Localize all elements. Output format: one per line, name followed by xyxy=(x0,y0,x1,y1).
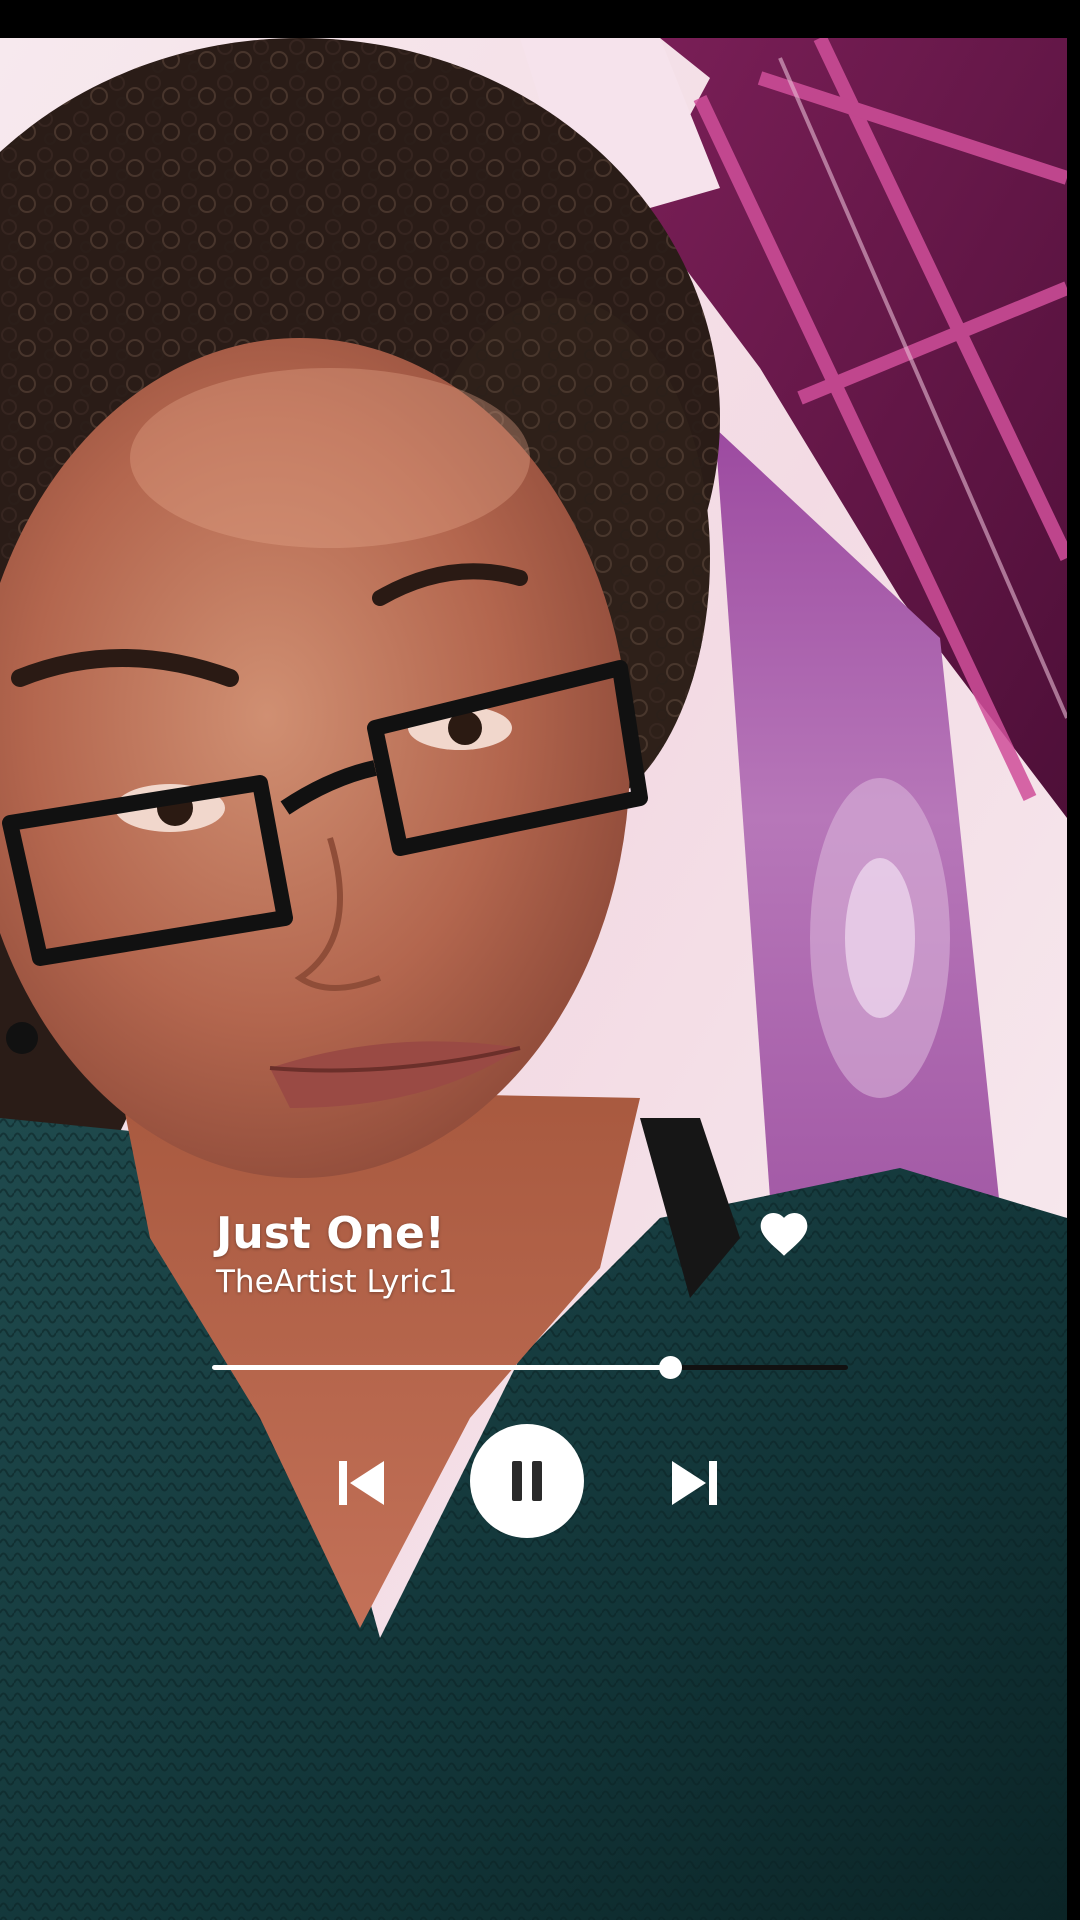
previous-button[interactable] xyxy=(334,1455,390,1511)
progress-thumb[interactable] xyxy=(658,1356,682,1379)
music-player-screen: Just One! TheArtist Lyric1 xyxy=(0,0,1080,1920)
skip-next-icon xyxy=(672,1461,717,1505)
pause-icon xyxy=(512,1461,522,1501)
progress-bar[interactable] xyxy=(212,1356,848,1379)
track-title: Just One! xyxy=(216,1208,445,1259)
player-overlay: Just One! TheArtist Lyric1 xyxy=(0,0,1080,1920)
track-artist: TheArtist Lyric1 xyxy=(216,1264,458,1300)
skip-previous-icon xyxy=(339,1461,384,1505)
next-button[interactable] xyxy=(666,1455,722,1511)
heart-icon xyxy=(760,1213,808,1256)
status-bar-strip xyxy=(0,0,1080,38)
progress-fill xyxy=(212,1365,670,1370)
like-button[interactable] xyxy=(756,1206,812,1262)
pause-button[interactable] xyxy=(470,1424,584,1538)
screen-edge xyxy=(1067,0,1080,1920)
pause-icon-bar xyxy=(532,1461,542,1501)
